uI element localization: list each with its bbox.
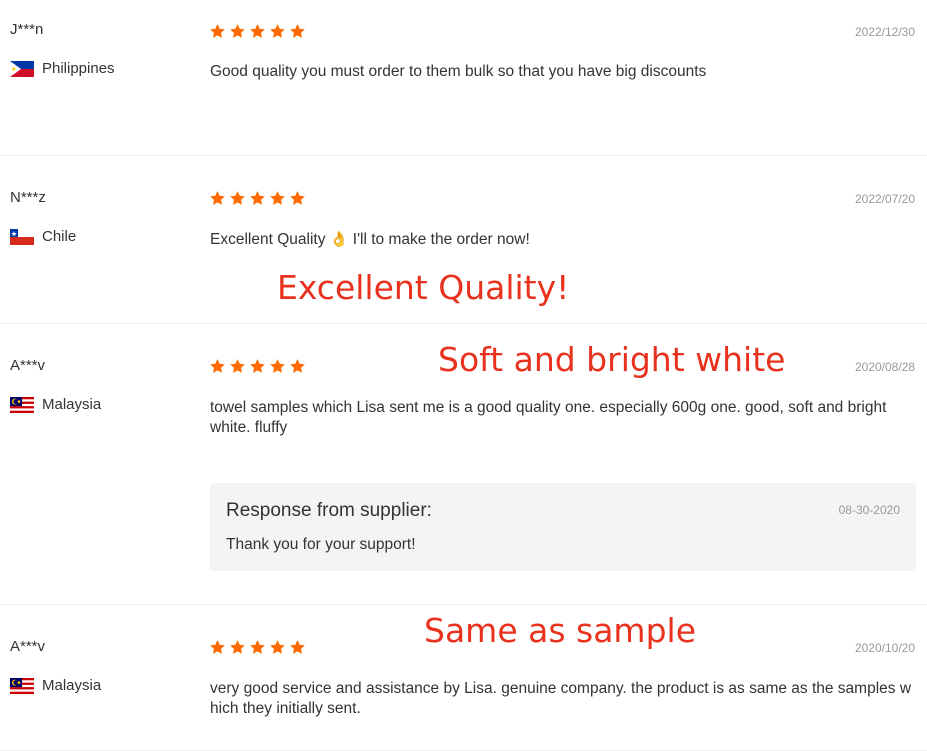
star-icon <box>269 639 286 656</box>
reviewer-country: Philippines <box>10 60 115 77</box>
country-name: Philippines <box>42 60 115 77</box>
philippines-flag-icon <box>10 60 34 77</box>
response-title: Response from supplier: <box>226 500 432 521</box>
response-text: Thank you for your support! <box>226 536 416 553</box>
chile-flag-icon <box>10 228 34 245</box>
reviewer-name: A***v <box>10 638 46 655</box>
review-date: 2022/12/30 <box>854 25 915 39</box>
country-name: Malaysia <box>42 677 102 694</box>
star-rating <box>209 358 306 375</box>
comment-text: Excellent Quality <box>210 231 326 248</box>
star-rating <box>209 639 306 656</box>
annotation-same-as-sample: Same as sample <box>424 611 696 650</box>
review-date: 2020/10/20 <box>854 641 915 655</box>
star-icon <box>289 190 306 207</box>
star-icon <box>289 639 306 656</box>
star-icon <box>229 639 246 656</box>
review-comment: towel samples which Lisa sent me is a go… <box>210 399 887 436</box>
star-rating <box>209 23 306 40</box>
star-rating <box>209 190 306 207</box>
malaysia-flag-icon <box>10 677 34 694</box>
star-icon <box>229 23 246 40</box>
reviewer-name: N***z <box>10 189 46 206</box>
annotation-soft-bright-white: Soft and bright white <box>438 340 786 379</box>
review-date: 2020/08/28 <box>854 360 915 374</box>
review-comment: very good service and assistance by Lisa… <box>210 680 912 717</box>
country-name: Malaysia <box>42 396 102 413</box>
reviewer-country: Malaysia <box>10 396 101 413</box>
star-icon <box>209 190 226 207</box>
reviewer-country: Malaysia <box>10 677 101 694</box>
review-date: 2022/07/20 <box>854 192 915 206</box>
star-icon <box>209 639 226 656</box>
reviewer-country: Chile <box>10 228 76 245</box>
star-icon <box>249 190 266 207</box>
comment-text: I'll to make the order now! <box>352 231 530 248</box>
response-date: 08-30-2020 <box>838 503 900 517</box>
star-icon <box>269 358 286 375</box>
star-icon <box>249 23 266 40</box>
star-icon <box>229 190 246 207</box>
review-item: J***n Philippines 2022/12/30 Good qualit… <box>0 0 927 156</box>
reviewer-name: A***v <box>10 357 46 374</box>
country-name: Chile <box>42 228 77 245</box>
star-icon <box>249 358 266 375</box>
star-icon <box>249 639 266 656</box>
star-icon <box>289 358 306 375</box>
reviewer-name: J***n <box>10 21 44 38</box>
star-icon <box>209 23 226 40</box>
star-icon <box>269 190 286 207</box>
star-icon <box>289 23 306 40</box>
review-comment: Excellent Quality 👌 I'll to make the ord… <box>210 230 915 250</box>
supplier-response: Response from supplier: 08-30-2020 Thank… <box>210 483 916 571</box>
star-icon <box>269 23 286 40</box>
star-icon <box>209 358 226 375</box>
malaysia-flag-icon <box>10 396 34 413</box>
ok-hand-emoji-icon: 👌 <box>329 231 349 248</box>
star-icon <box>229 358 246 375</box>
review-comment: Good quality you must order to them bulk… <box>210 63 707 80</box>
annotation-excellent-quality: Excellent Quality! <box>277 268 570 307</box>
